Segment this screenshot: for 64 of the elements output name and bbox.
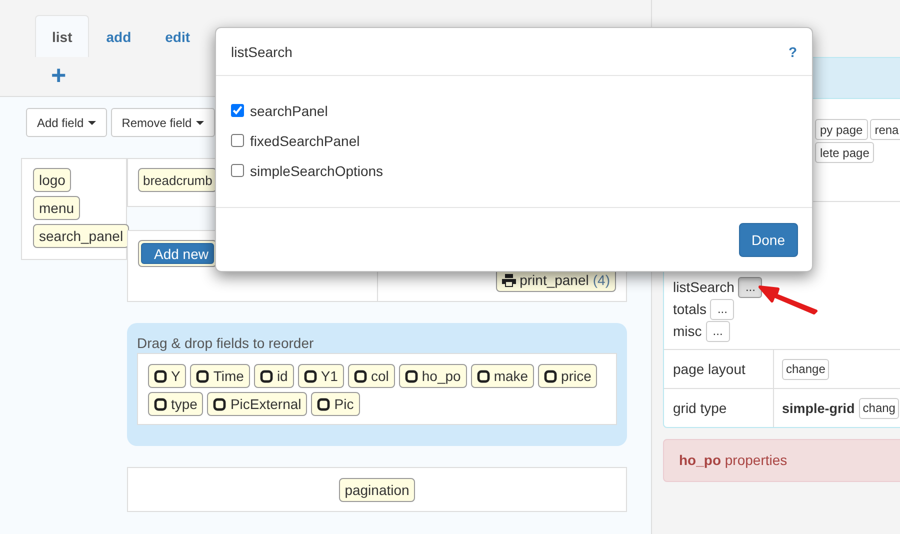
field-tag[interactable]: menu [33, 196, 80, 220]
page-button[interactable]: py page [815, 119, 868, 140]
dropdown-button[interactable]: Remove field [110, 108, 215, 137]
square-icon [544, 370, 558, 382]
properties-alert: ho_po properties [663, 439, 900, 482]
field-tag[interactable]: Y [148, 364, 186, 388]
property-label: grid type [673, 400, 727, 416]
annotation-arrow [758, 286, 818, 314]
field-tag[interactable]: id [254, 364, 294, 388]
tab[interactable]: add [89, 15, 148, 57]
option-label: listSearch [673, 279, 734, 295]
property-value: simple-grid [782, 400, 855, 416]
field-tag[interactable]: PicExternal [207, 392, 308, 416]
printer-icon [502, 274, 516, 286]
caret-icon [88, 120, 96, 124]
change-button[interactable]: chang [858, 398, 900, 418]
field-tag[interactable]: ho_po [398, 364, 467, 388]
square-icon [154, 370, 167, 382]
checkbox[interactable] [231, 134, 244, 147]
panel-title: Drag & drop fields to reorder [137, 334, 315, 353]
add-tab-button[interactable]: + [51, 61, 66, 89]
done-button[interactable]: Done [738, 222, 798, 256]
caret-icon [196, 120, 204, 124]
square-icon [213, 398, 226, 410]
option-label: misc [673, 323, 702, 339]
field-tag[interactable]: logo [33, 168, 72, 192]
field-tag[interactable]: search_panel [33, 224, 130, 248]
checkbox[interactable] [231, 164, 244, 177]
square-icon [354, 370, 367, 382]
field-tag[interactable]: type [148, 392, 204, 416]
square-icon [196, 370, 210, 382]
property-label: page layout [673, 361, 746, 377]
page-button[interactable]: rena [870, 119, 900, 140]
field-tag[interactable]: col [348, 364, 395, 388]
square-icon [154, 398, 167, 410]
option-label: totals [673, 301, 706, 317]
field-label: print_panel [520, 272, 589, 288]
more-button[interactable]: ... [738, 276, 762, 298]
dialog-title: listSearch [231, 44, 292, 60]
checkbox[interactable] [231, 104, 244, 117]
change-button[interactable]: change [782, 358, 830, 380]
field-tag[interactable]: make [470, 364, 534, 388]
square-icon [260, 370, 273, 382]
field-tag[interactable]: pagination [338, 478, 416, 502]
option-label: searchPanel [250, 102, 328, 118]
tab[interactable]: edit [148, 15, 208, 57]
square-icon [404, 370, 418, 382]
field-tag[interactable]: price [538, 364, 598, 388]
option-label: simpleSearchOptions [250, 162, 384, 178]
tab[interactable]: list [35, 15, 90, 57]
dropdown-button[interactable]: Add field [26, 108, 107, 137]
page-button[interactable]: lete page [815, 142, 874, 163]
more-button[interactable]: ... [706, 320, 730, 342]
square-icon [476, 370, 490, 382]
field-tag[interactable]: Pic [311, 392, 360, 416]
field-tag[interactable]: Y1 [298, 364, 344, 388]
field-tag[interactable]: breadcrumb [138, 168, 218, 192]
more-button[interactable]: ... [710, 298, 734, 320]
field-tag[interactable]: Time [190, 364, 250, 388]
option-label: fixedSearchPanel [250, 132, 360, 148]
count-label: (4) [592, 272, 610, 288]
help-link[interactable]: ? [788, 44, 797, 60]
square-icon [304, 370, 317, 382]
square-icon [317, 398, 330, 410]
